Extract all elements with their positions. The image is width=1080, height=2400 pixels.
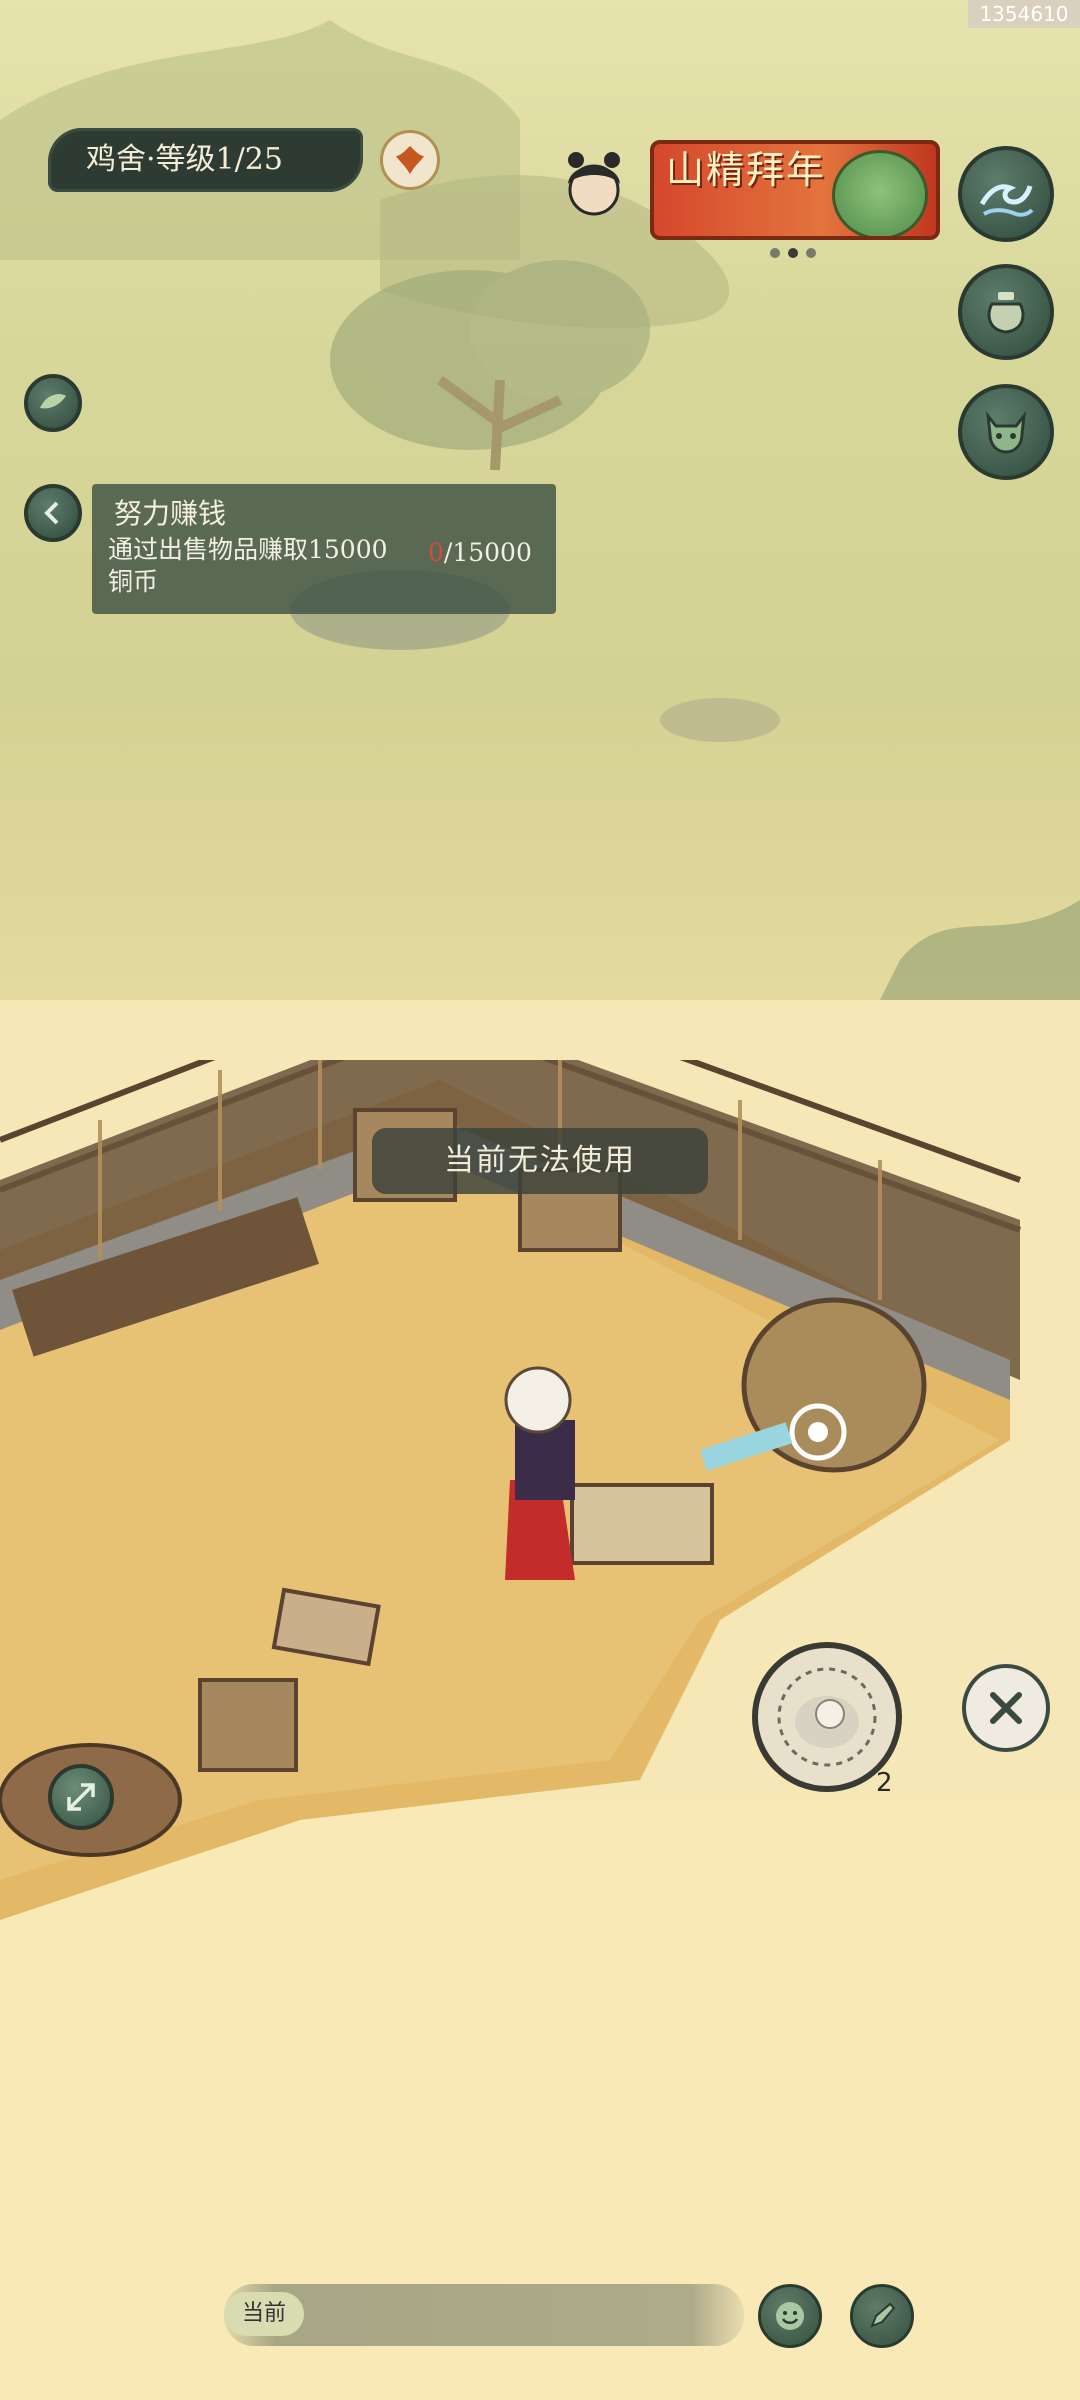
quest-progress-total: /15000 xyxy=(443,538,532,567)
close-icon xyxy=(990,1692,1022,1724)
build-watermark: 1354610 xyxy=(968,0,1080,28)
pen-icon xyxy=(870,2302,896,2328)
quest-progress: 0/15000 xyxy=(428,538,532,567)
chat-channel-label[interactable]: 当前 xyxy=(224,2292,304,2336)
expand-arrows-icon xyxy=(67,1783,95,1811)
imp-button[interactable] xyxy=(958,384,1054,480)
banner-pagination xyxy=(770,248,816,258)
quest-collapse-button[interactable] xyxy=(24,484,82,542)
leaf-icon xyxy=(40,394,66,409)
building-level-label[interactable]: 鸡舍·等级1/25 xyxy=(48,128,363,192)
chevron-left-icon xyxy=(44,501,59,525)
use-item-count: 2 xyxy=(876,1768,893,1798)
jar-button[interactable] xyxy=(958,264,1054,360)
close-button[interactable] xyxy=(962,1664,1050,1752)
banner-dot xyxy=(770,248,780,258)
phoenix-emblem-button[interactable] xyxy=(380,130,440,190)
phoenix-emblem-icon xyxy=(396,146,424,174)
wave-button[interactable] xyxy=(958,146,1054,242)
feed-bag-icon xyxy=(777,1667,877,1767)
banner-dot xyxy=(806,248,816,258)
unavailable-toast: 当前无法使用 xyxy=(372,1128,708,1194)
npc-portrait-icon xyxy=(568,152,620,216)
event-banner[interactable]: 山精拜年 xyxy=(650,140,940,240)
quest-title: 努力赚钱 xyxy=(114,497,227,530)
horned-mask-icon xyxy=(985,411,1027,454)
quest-panel[interactable]: 努力赚钱 通过出售物品赚取15000铜币 0/15000 xyxy=(92,484,556,614)
wave-icon xyxy=(979,184,1034,217)
banner-dot-active xyxy=(788,248,798,258)
smiley-icon xyxy=(776,2302,804,2330)
chat-input-bar[interactable]: 当前 xyxy=(224,2284,744,2346)
emoji-button[interactable] xyxy=(758,2284,822,2348)
jar-icon xyxy=(987,292,1025,334)
mountain-spirit-icon xyxy=(832,150,928,236)
edit-button[interactable] xyxy=(850,2284,914,2348)
event-banner-title: 山精拜年 xyxy=(666,148,827,192)
quest-description: 通过出售物品赚取15000铜币 xyxy=(108,535,388,596)
leaf-button[interactable] xyxy=(24,374,82,432)
npc-avatar[interactable] xyxy=(558,148,630,224)
expand-view-button[interactable] xyxy=(48,1764,114,1830)
quest-progress-current: 0 xyxy=(428,538,444,567)
